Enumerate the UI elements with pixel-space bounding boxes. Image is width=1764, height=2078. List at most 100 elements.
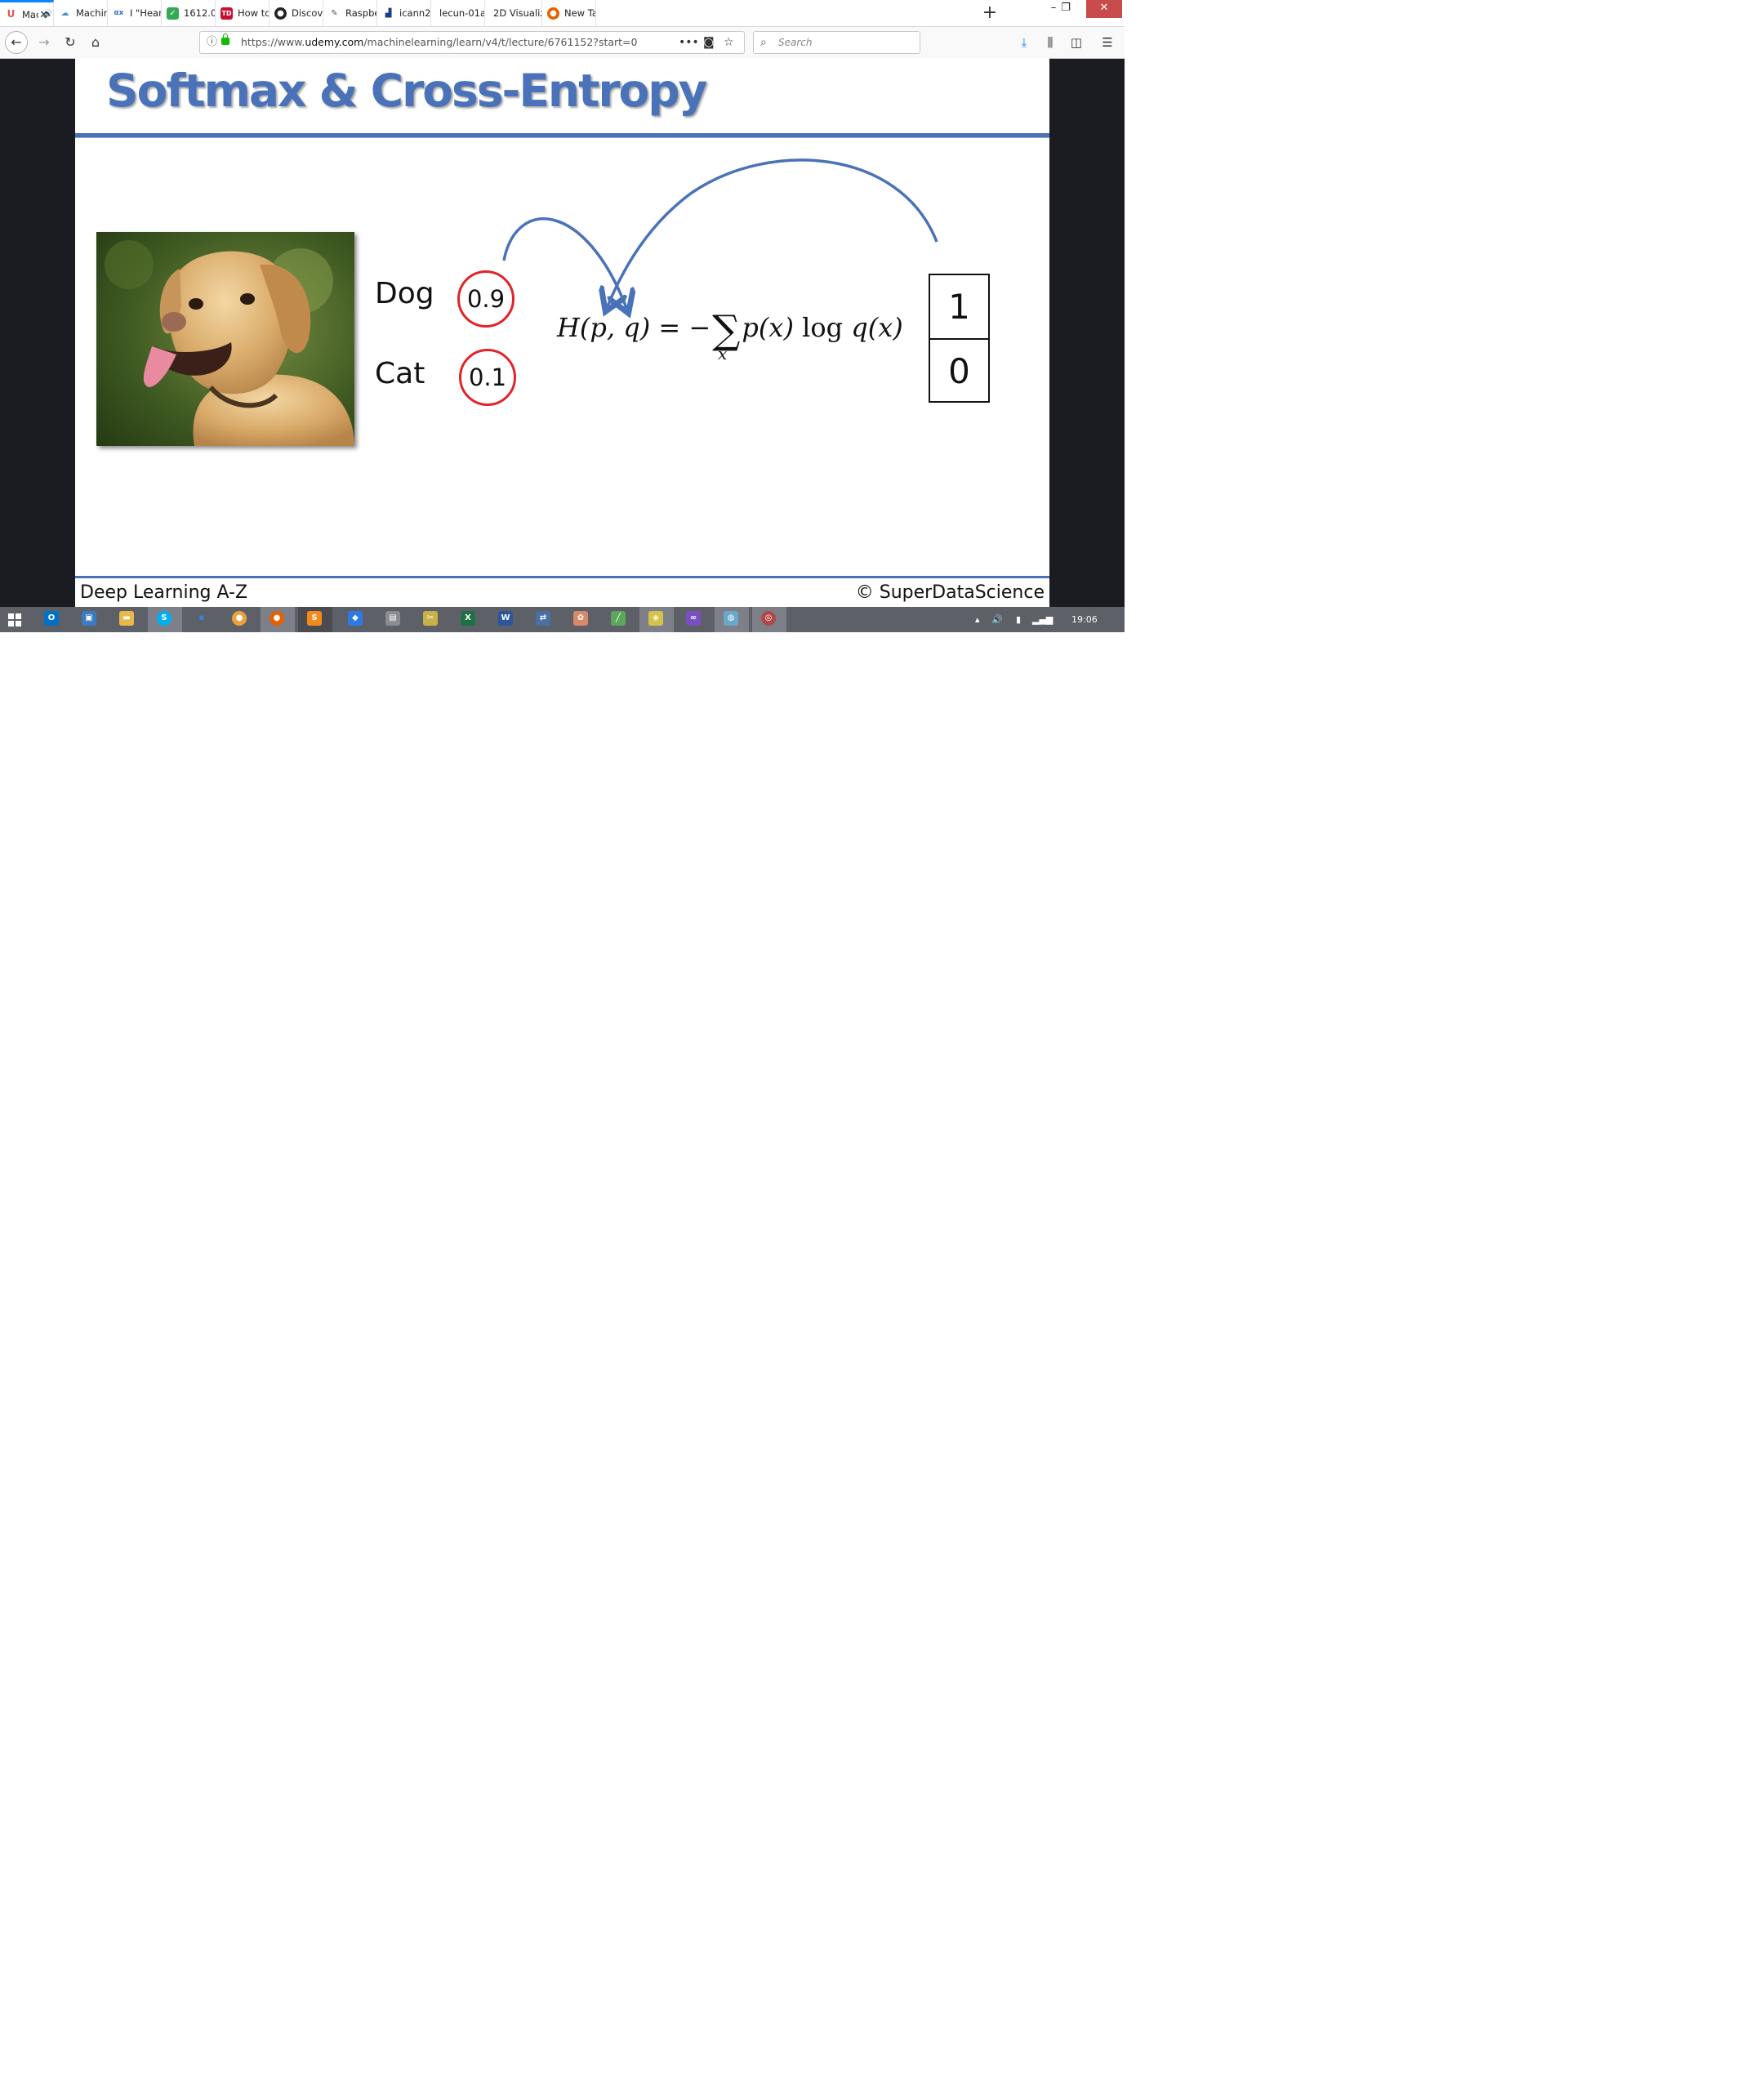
word-icon[interactable]: W <box>498 611 513 626</box>
tab-new-tab[interactable]: ● New Tab <box>542 0 596 26</box>
udemy-icon: U <box>7 8 16 20</box>
cross-entropy-formula: H(p, q) = −∑p(x) log q(x) <box>557 301 903 353</box>
firefox-icon[interactable]: ● <box>270 611 284 626</box>
menu-icon[interactable]: ☰ <box>1096 31 1119 54</box>
title-divider <box>75 133 1049 138</box>
tab-label: 2D Visualization <box>493 7 541 19</box>
tab-label: New Tab <box>564 7 595 19</box>
info-icon[interactable]: ⓘ <box>207 32 217 53</box>
restore-button[interactable]: ❐ <box>1054 0 1078 18</box>
search-icon: ⌕ <box>760 36 767 49</box>
dog-photo <box>96 232 354 446</box>
tab-how-to-build[interactable]: TD How to buil <box>216 0 270 26</box>
feather-icon: ✎ <box>331 8 338 18</box>
vscode-icon[interactable]: ◆ <box>348 611 363 626</box>
tab-heart-stats[interactable]: αx I "Heart" Sta <box>108 0 162 26</box>
tab-udemy[interactable]: U Mach 🔊 ✕ <box>0 0 54 26</box>
paint-icon[interactable]: ✿ <box>573 611 588 626</box>
close-icon[interactable]: ✕ <box>39 9 48 21</box>
new-tab-button[interactable]: + <box>978 2 1001 25</box>
battery-icon[interactable]: ▮ <box>1016 607 1021 632</box>
back-button[interactable]: ← <box>5 31 28 54</box>
lock-icon <box>221 33 229 45</box>
copyright: © SuperDataScience <box>855 582 1045 603</box>
computer-icon[interactable]: ▣ <box>82 611 96 626</box>
lecture-slide: Softmax & Cross-Entropy Dog 0.9 Cat 0.1 … <box>75 58 1049 607</box>
forward-button[interactable]: → <box>33 31 56 54</box>
search-input[interactable]: ⌕ Search <box>753 31 920 54</box>
formula-q-term: q(x) <box>851 312 903 343</box>
network-icon[interactable]: ⇄ <box>536 611 550 626</box>
formula-lhs: H(p, q) <box>557 312 651 343</box>
formula-equals: = − <box>658 312 711 343</box>
tab-label: icann2010_n <box>399 7 430 19</box>
cloud-icon: ☁ <box>60 8 69 18</box>
tab-strip: U Mach 🔊 ✕ ☁ Machine Lea αx I "Heart" St… <box>0 0 1125 27</box>
app2-icon[interactable]: ◍ <box>724 611 738 626</box>
url-text[interactable]: https://www.udemy.com/machinelearning/le… <box>241 32 637 53</box>
taskbar-clock[interactable]: 19:06 <box>1071 607 1098 632</box>
sidebar-icon[interactable]: ◫ <box>1065 31 1088 54</box>
tab-2d-visualization[interactable]: 2D Visualization <box>485 0 542 26</box>
chart-app-icon[interactable]: ╱ <box>611 611 626 626</box>
target-dog-value: 1 <box>948 287 970 327</box>
course-name: Deep Learning A-Z <box>80 582 248 603</box>
tab-label: How to buil <box>238 7 269 19</box>
volume-icon[interactable]: 🔊 <box>991 607 1003 632</box>
arrow-target-to-p <box>608 158 938 306</box>
arrow-prediction-to-q <box>502 217 626 308</box>
formula-log: log <box>802 312 844 343</box>
tab-label: Machine Lea <box>76 7 107 19</box>
chrome-icon[interactable]: ● <box>232 611 247 626</box>
tab-github[interactable]: ● Discover Re <box>270 0 323 26</box>
url-bar[interactable]: ⓘ https://www.udemy.com/machinelearning/… <box>199 31 745 54</box>
dog-probability: 0.9 <box>457 270 514 328</box>
tab-icann2010[interactable]: ▟ icann2010_n <box>377 0 431 26</box>
tab-lecun-pdf[interactable]: lecun-01a.pdf <box>431 0 485 26</box>
pocket-icon[interactable]: ◙ <box>703 32 715 53</box>
tds-icon: TD <box>220 7 233 20</box>
tab-machine-learning[interactable]: ☁ Machine Lea <box>54 0 108 26</box>
app-icon[interactable]: ◈ <box>648 611 663 626</box>
navigation-toolbar: ← → ↻ ⌂ ⓘ https://www.udemy.com/machinel… <box>0 27 1125 59</box>
footer-divider <box>75 576 1049 578</box>
app3-icon[interactable]: ◎ <box>761 611 776 626</box>
cat-probability: 0.1 <box>459 349 516 406</box>
window-close-button[interactable]: ✕ <box>1086 0 1122 18</box>
windows-taskbar: O ▣ ▬ S e ● ● S ◆ ▤ ✂ X W ⇄ ✿ ╱ ◈ ∞ ◍ ◎ … <box>0 607 1125 632</box>
tab-label: Mach <box>22 8 38 20</box>
target-cat-value: 0 <box>948 351 970 391</box>
chart-icon: ▟ <box>385 8 392 18</box>
file-explorer-icon[interactable]: ▬ <box>119 611 134 626</box>
screen: U Mach 🔊 ✕ ☁ Machine Lea αx I "Heart" St… <box>0 0 1125 632</box>
windows-start-icon[interactable] <box>8 613 21 627</box>
excel-icon[interactable]: X <box>461 611 475 626</box>
downloads-icon[interactable]: ⤓ <box>1013 31 1036 54</box>
firefox-icon: ● <box>547 7 559 20</box>
tab-label: I "Heart" Sta <box>130 7 161 19</box>
home-button[interactable]: ⌂ <box>84 31 107 54</box>
printer-icon[interactable]: ▤ <box>385 611 400 626</box>
bookmark-star-icon[interactable]: ☆ <box>724 32 734 53</box>
tools-icon[interactable]: ✂ <box>423 611 438 626</box>
dog-class-label: Dog <box>375 277 434 310</box>
outlook-icon[interactable]: O <box>44 611 59 626</box>
tab-raspberry-pi[interactable]: ✎ Raspberry Pi <box>323 0 377 26</box>
wifi-icon[interactable]: ▂▄▆ <box>1032 607 1053 632</box>
reload-button[interactable]: ↻ <box>59 31 82 54</box>
sublime-text-icon[interactable]: S <box>307 611 322 626</box>
tray-chevron-icon[interactable]: ▴ <box>975 607 980 632</box>
slide-title: Softmax & Cross-Entropy <box>106 65 708 117</box>
target-vector: 1 0 <box>929 274 990 403</box>
tab-label: Discover Re <box>292 7 323 19</box>
internet-explorer-icon[interactable]: e <box>194 611 209 626</box>
library-icon[interactable]: ⫼ <box>1039 31 1062 54</box>
ax-icon: αx <box>114 8 124 17</box>
github-icon: ● <box>274 7 287 20</box>
tab-arxiv-pdf[interactable]: ✓ 1612.08242.p <box>162 0 216 26</box>
formula-p-term: p(x) <box>742 312 794 343</box>
visual-studio-icon[interactable]: ∞ <box>686 611 701 626</box>
page-actions-icon[interactable]: ••• <box>679 32 699 53</box>
tab-label: 1612.08242.p <box>184 7 215 19</box>
skype-icon[interactable]: S <box>157 611 172 626</box>
